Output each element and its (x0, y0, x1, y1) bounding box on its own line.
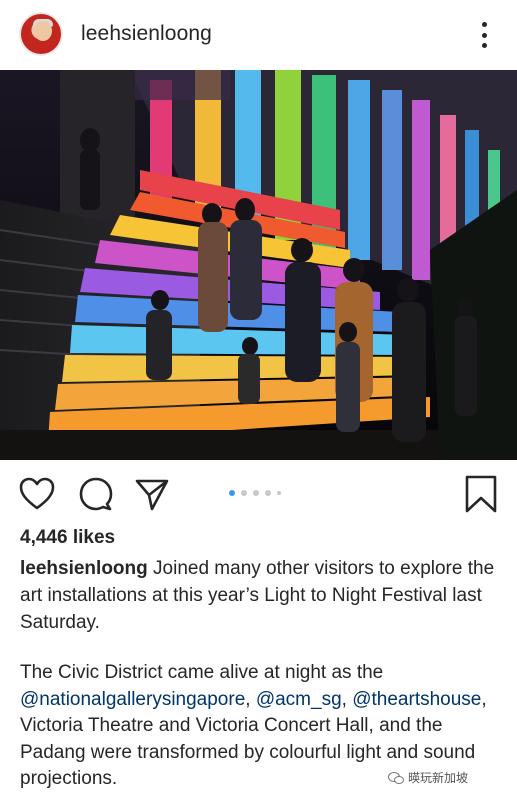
more-dot (481, 43, 487, 48)
more-dot (481, 22, 487, 27)
light-festival-photo (0, 70, 517, 460)
paper-plane-icon[interactable] (133, 476, 171, 512)
separator: , (245, 688, 256, 710)
action-bar (0, 470, 517, 514)
post-photo[interactable] (0, 70, 517, 460)
watermark: 暎玩新加坡 (386, 768, 471, 787)
carousel-dot (277, 491, 281, 495)
heart-icon[interactable] (18, 476, 56, 512)
separator: , (341, 688, 353, 710)
carousel-dot-active (229, 490, 235, 496)
more-options-icon[interactable] (470, 20, 498, 50)
mention-link[interactable]: @theartshouse (352, 689, 481, 710)
wechat-icon (388, 771, 404, 784)
mention-link[interactable]: @acm_sg (256, 689, 342, 710)
carousel-dot (265, 490, 271, 496)
bookmark-icon[interactable] (462, 474, 500, 513)
caption-text: The Civic District came alive at night a… (20, 662, 384, 683)
post-caption: leehsienloong Joined many other visitors… (20, 555, 500, 636)
watermark-text: 暎玩新加坡 (408, 771, 469, 785)
comment-icon[interactable] (77, 476, 115, 512)
mention-link[interactable]: @nationalgallerysingapore (20, 689, 245, 710)
carousel-dot (253, 490, 259, 496)
likes-count[interactable]: 4,446 likes (20, 527, 115, 549)
avatar-face (34, 21, 52, 41)
post-username[interactable]: leehsienloong (81, 22, 212, 46)
carousel-indicator (229, 490, 281, 496)
caption-username[interactable]: leehsienloong (20, 558, 148, 579)
more-dot (481, 32, 487, 38)
avatar[interactable] (19, 12, 63, 56)
post-header: leehsienloong (0, 0, 517, 70)
carousel-dot (241, 490, 247, 496)
